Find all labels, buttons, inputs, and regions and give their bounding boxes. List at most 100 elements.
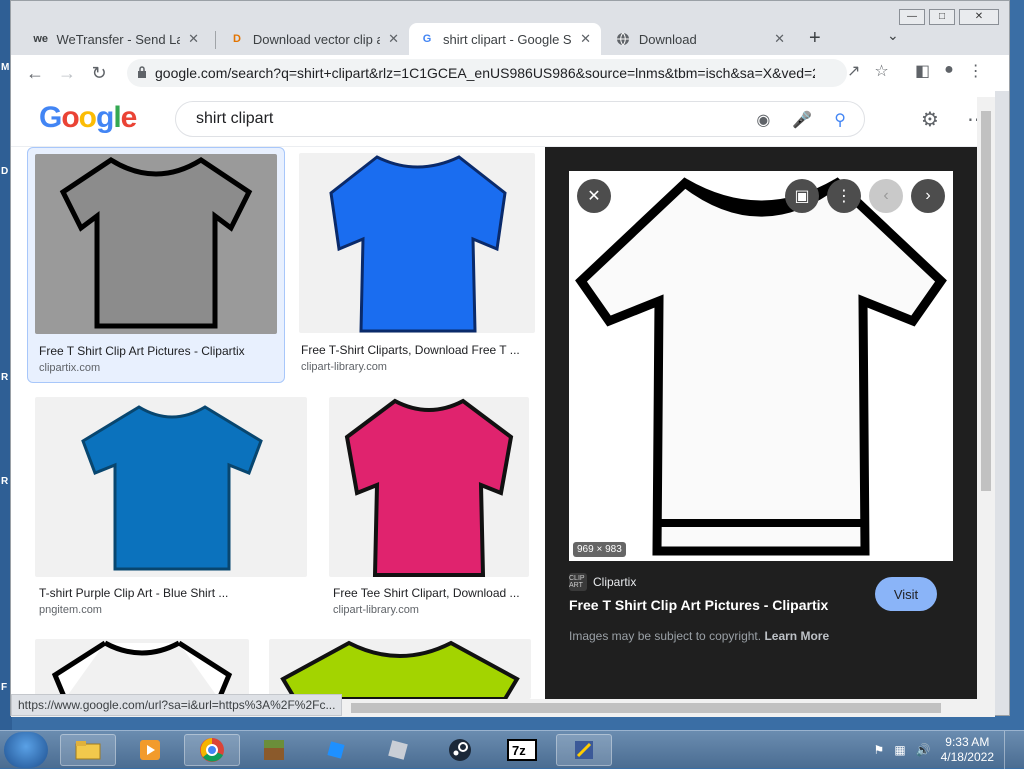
horizontal-scroll-thumb[interactable] (351, 703, 941, 713)
result-source: clipartix.com (39, 362, 101, 374)
system-tray: ⚑ ▦ 🔊 9:33 AM 4/18/2022 (874, 731, 1016, 769)
result-source: clipart-library.com (301, 361, 387, 373)
side-panel-icon[interactable]: ◧ (915, 61, 930, 81)
lock-icon (137, 65, 147, 81)
image-result-card[interactable]: Free T-Shirt Cliparts, Download Free T .… (299, 147, 539, 383)
result-caption: Free T-Shirt Cliparts, Download Free T .… (301, 343, 520, 357)
result-thumbnail (299, 153, 535, 333)
copyright-text: Images may be subject to copyright. (569, 629, 762, 643)
learn-more-link[interactable]: Learn More (764, 629, 829, 643)
tab-close-icon[interactable]: ✕ (774, 31, 785, 47)
share-icon[interactable]: ↗ (847, 61, 860, 81)
wetransfer-icon: we (33, 33, 49, 45)
tab-strip: we WeTransfer - Send Large ✕ D Download … (11, 19, 1009, 55)
image-result-card[interactable] (35, 639, 259, 699)
address-bar[interactable]: google.com/search?q=shirt+clipart&rlz=1C… (127, 59, 847, 87)
result-thumbnail (35, 154, 277, 334)
result-thumbnail (35, 397, 307, 577)
search-input[interactable]: shirt clipart ◉ 🎤 ⚲ (175, 101, 865, 137)
tab-wetransfer[interactable]: we WeTransfer - Send Large ✕ (23, 23, 209, 55)
desktop-icon-label: R (1, 476, 9, 487)
volume-icon[interactable]: 🔊 (916, 743, 931, 757)
image-result-card[interactable]: Free Tee Shirt Clipart, Download ... cli… (329, 397, 539, 619)
tab-close-icon[interactable]: ✕ (580, 31, 591, 47)
forward-arrow-icon[interactable]: → (51, 63, 83, 84)
browser-toolbar: ← → ↻ google.com/search?q=shirt+clipart&… (11, 55, 1009, 91)
clock-time: 9:33 AM (945, 735, 990, 749)
chrome-menu-icon[interactable]: ⋮ (968, 61, 984, 81)
image-dimensions-badge: 969 × 983 (573, 542, 626, 557)
tab-label: Download (638, 31, 697, 47)
start-button[interactable] (4, 732, 48, 768)
tab-label: shirt clipart - Google Se (443, 31, 571, 47)
image-result-card[interactable] (269, 639, 539, 699)
globe-icon (615, 31, 631, 47)
tab-label: WeTransfer - Send Large (56, 31, 181, 47)
google-favicon-icon: G (422, 33, 432, 45)
google-header: Google shirt clipart ◉ 🎤 ⚲ ⚙ ⋯ (11, 91, 995, 147)
close-preview-button[interactable]: ✕ (577, 179, 611, 213)
more-options-icon[interactable]: ⋮ (827, 179, 861, 213)
clock-date: 4/18/2022 (940, 750, 994, 764)
toolbar-actions: ↗ ☆ (847, 61, 889, 81)
result-thumbnail (35, 639, 249, 699)
show-desktop-button[interactable] (1004, 731, 1016, 769)
visit-button[interactable]: Visit (875, 577, 937, 611)
preview-image[interactable]: 969 × 983 ✕ ▣ ⋮ ‹ › (569, 171, 953, 561)
network-icon[interactable]: ▦ (894, 743, 905, 757)
action-center-flag-icon[interactable]: ⚑ (874, 743, 885, 757)
google-images-page: Google shirt clipart ◉ 🎤 ⚲ ⚙ ⋯ (11, 91, 995, 699)
clock[interactable]: 9:33 AM 4/18/2022 (941, 735, 994, 765)
result-caption: T-shirt Purple Clip Art - Blue Shirt ... (39, 586, 229, 600)
next-image-button[interactable]: › (911, 179, 945, 213)
result-source: clipart-library.com (333, 604, 419, 616)
back-arrow-icon[interactable]: ← (19, 63, 51, 84)
site-name: Clipartix (593, 575, 637, 589)
tab-vector-clip-art[interactable]: D Download vector clip art ✕ (219, 23, 409, 55)
new-tab-button[interactable]: + (809, 27, 821, 50)
desktop-icon-label: F (1, 682, 8, 693)
image-result-card[interactable]: T-shirt Purple Clip Art - Blue Shirt ...… (35, 397, 307, 619)
previous-image-button[interactable]: ‹ (869, 179, 903, 213)
windows-taskbar: 7z ⚑ ▦ 🔊 9:33 AM 4/18/2022 (0, 730, 1024, 769)
tab-download[interactable]: Download ✕ (605, 23, 795, 55)
reload-icon[interactable]: ↻ (83, 63, 115, 84)
svg-text:7z: 7z (512, 743, 526, 758)
search-icon[interactable]: ⚲ (834, 110, 846, 130)
tab-search-icon[interactable]: ⌄ (887, 27, 899, 44)
google-logo[interactable]: Google (39, 101, 137, 135)
tab-divider (215, 31, 216, 49)
result-thumbnail (329, 397, 529, 577)
gear-icon[interactable]: ⚙ (921, 107, 939, 132)
preview-title[interactable]: Free T Shirt Clip Art Pictures - Clipart… (569, 597, 828, 613)
app-icon[interactable] (370, 734, 426, 766)
bookmark-star-icon[interactable]: ☆ (874, 61, 888, 81)
7zip-icon[interactable]: 7z (494, 734, 550, 766)
vertical-scroll-thumb[interactable] (981, 111, 991, 491)
image-preview-panel: 969 × 983 ✕ ▣ ⋮ ‹ › CLIP ART Clipartix F… (545, 147, 977, 699)
copyright-notice: Images may be subject to copyright. Lear… (569, 629, 829, 643)
tab-close-icon[interactable]: ✕ (388, 31, 399, 47)
paint-app-icon[interactable] (556, 734, 612, 766)
result-source: pngitem.com (39, 604, 102, 616)
link-status-bar: https://www.google.com/url?sa=i&url=http… (11, 694, 343, 716)
microphone-icon[interactable]: 🎤 (792, 110, 812, 130)
lens-search-icon[interactable]: ▣ (785, 179, 819, 213)
search-box-icons: ◉ 🎤 ⚲ (756, 110, 846, 130)
roblox-icon[interactable] (308, 734, 364, 766)
camera-icon[interactable]: ◉ (756, 110, 770, 130)
profile-avatar-icon[interactable]: ● (944, 61, 954, 81)
tab-close-icon[interactable]: ✕ (188, 31, 199, 47)
minecraft-icon[interactable] (246, 734, 302, 766)
chrome-icon[interactable] (184, 734, 240, 766)
vertical-scrollbar[interactable] (977, 97, 995, 699)
image-result-card[interactable]: Free T Shirt Clip Art Pictures - Clipart… (27, 147, 285, 383)
media-player-icon[interactable] (122, 734, 178, 766)
result-caption: Free T Shirt Clip Art Pictures - Clipart… (39, 344, 245, 358)
toolbar-actions-right: ◧ ● ⋮ (915, 61, 984, 81)
tab-google-search[interactable]: G shirt clipart - Google Se ✕ (409, 23, 601, 55)
preview-site[interactable]: CLIP ART Clipartix (569, 573, 636, 591)
steam-icon[interactable] (432, 734, 488, 766)
result-thumbnail (269, 639, 531, 699)
file-explorer-icon[interactable] (60, 734, 116, 766)
